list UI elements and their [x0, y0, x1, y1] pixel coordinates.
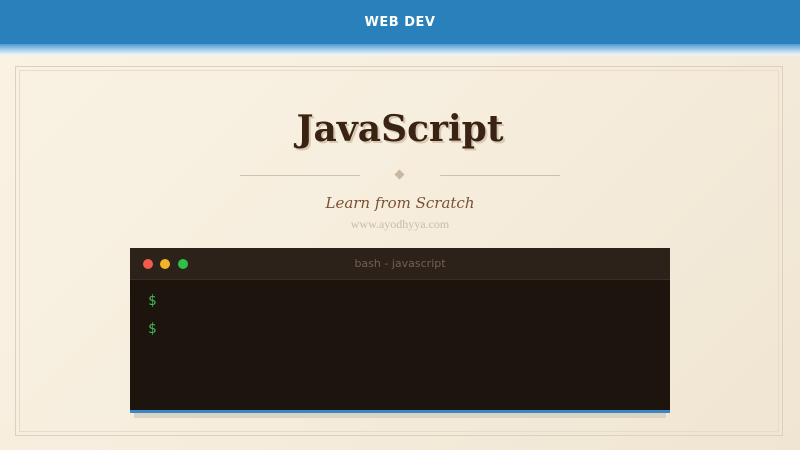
top-header-bar: WEB DEV	[0, 0, 800, 44]
page-title: JavaScript	[296, 108, 504, 150]
terminal-body[interactable]: $ $	[148, 292, 156, 348]
terminal-prompt-line: $	[148, 292, 156, 320]
header-gradient-fade	[0, 44, 800, 57]
prompt-symbol: $	[148, 293, 157, 309]
terminal-title: bash - javascript	[354, 257, 446, 270]
terminal-titlebar: bash - javascript	[130, 248, 670, 280]
divider-line-right	[440, 175, 560, 176]
website-url: www.ayodhyya.com	[350, 217, 450, 231]
page-subtitle: Learn from Scratch	[325, 194, 475, 212]
terminal-window: bash - javascript $ $	[130, 248, 670, 413]
header-category-label[interactable]: WEB DEV	[365, 15, 436, 30]
prompt-symbol: $	[148, 321, 157, 337]
terminal-prompt-line: $	[148, 320, 156, 348]
divider-line-left	[240, 175, 360, 176]
